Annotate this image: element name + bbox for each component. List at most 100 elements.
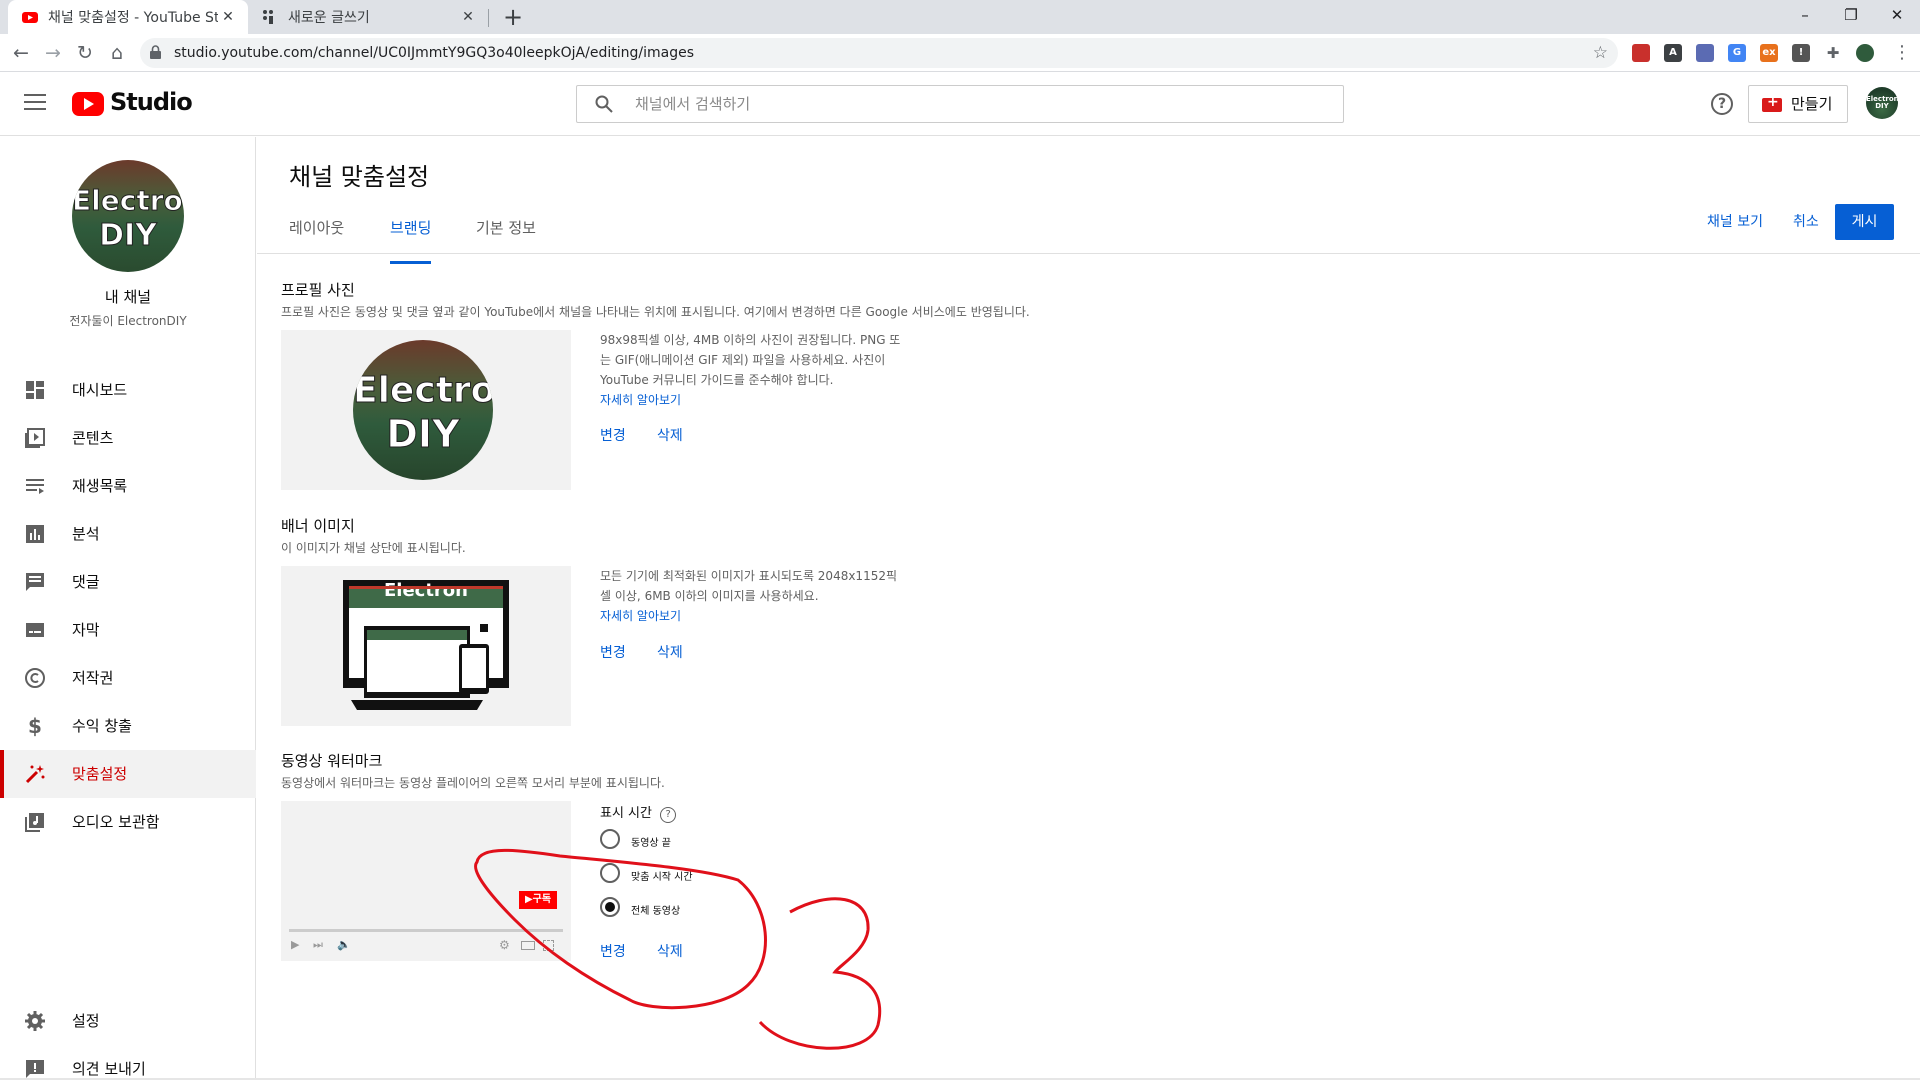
channel-name: 전자둘이 ElectronDIY bbox=[69, 314, 187, 328]
settings-icon bbox=[25, 1011, 45, 1031]
back-icon[interactable]: ← bbox=[6, 38, 36, 68]
tab-layout[interactable]: 레이아웃 bbox=[289, 217, 344, 257]
sidebar-item-subtitles[interactable]: 자막 bbox=[0, 606, 256, 654]
radio-custom-start-time[interactable] bbox=[600, 863, 620, 883]
banner-learn-more-link[interactable]: 자세히 알아보기 bbox=[600, 609, 681, 623]
svg-text:$: $ bbox=[28, 715, 42, 737]
cancel-button[interactable]: 취소 bbox=[1793, 211, 1819, 231]
banner-info-line: 모든 기기에 최적화된 이미지가 표시되도록 2048x1152픽 bbox=[600, 569, 898, 583]
browser-tab-studio[interactable]: 채널 맞춤설정 - YouTube Studio ✕ bbox=[8, 0, 248, 34]
sidebar-item-monetization[interactable]: $ 수익 창출 bbox=[0, 702, 256, 750]
tab-branding[interactable]: 브랜딩 bbox=[390, 217, 432, 264]
banner-info-line: 셀 이상, 6MB 이하의 이미지를 사용하세요. bbox=[600, 589, 819, 603]
bookmark-star-icon[interactable]: ☆ bbox=[1593, 38, 1608, 68]
profile-remove-button[interactable]: 삭제 bbox=[657, 425, 683, 445]
sidebar-item-label: 대시보드 bbox=[72, 381, 128, 399]
display-time-text: 표시 시간 bbox=[600, 806, 652, 821]
sidebar-item-analytics[interactable]: 분석 bbox=[0, 510, 256, 558]
browser-tab-bar: 채널 맞춤설정 - YouTube Studio ✕ 새로운 글쓰기 ✕ + –… bbox=[0, 0, 1920, 34]
content-icon bbox=[25, 428, 45, 448]
profile-picture-logo-text: Electron bbox=[353, 370, 493, 412]
hamburger-menu-icon[interactable] bbox=[24, 94, 46, 112]
extension-a-icon[interactable]: A bbox=[1664, 44, 1682, 62]
extensions-puzzle-icon[interactable]: ✚ bbox=[1824, 44, 1842, 62]
publish-button[interactable]: 게시 bbox=[1835, 204, 1894, 240]
main-content: 채널 맞춤설정 레이아웃 브랜딩 기본 정보 채널 보기 취소 게시 프로필 사… bbox=[257, 137, 1920, 1080]
translate-extension-icon[interactable]: G bbox=[1728, 44, 1746, 62]
create-video-icon bbox=[1762, 94, 1782, 112]
help-icon[interactable]: ? bbox=[1711, 93, 1733, 115]
new-tab-button[interactable]: + bbox=[498, 2, 528, 32]
player-next-icon: ⏭ bbox=[313, 938, 323, 951]
sidebar-item-label: 재생목록 bbox=[72, 477, 128, 495]
profile-info-line: YouTube 커뮤니티 가이드를 준수해야 합니다. bbox=[600, 373, 834, 387]
sidebar-item-playlists[interactable]: 재생목록 bbox=[0, 462, 256, 510]
radio-end-of-video[interactable] bbox=[600, 829, 620, 849]
profile-change-button[interactable]: 변경 bbox=[600, 425, 626, 445]
address-bar[interactable]: studio.youtube.com/channel/UC0IJmmtY9GQ3… bbox=[140, 38, 1618, 68]
studio-header: Studio 채널에서 검색하기 ? 만들기 ElectronDIY bbox=[0, 72, 1920, 136]
search-box[interactable]: 채널에서 검색하기 bbox=[576, 85, 1344, 123]
watermark-section-desc: 동영상에서 워터마크는 동영상 플레이어의 오른쪽 모서리 부분에 표시됩니다. bbox=[281, 776, 665, 790]
extension-chart-icon[interactable] bbox=[1696, 44, 1714, 62]
feedback-icon bbox=[26, 1060, 44, 1078]
close-tab-icon[interactable]: ✕ bbox=[218, 9, 238, 25]
watermark-change-button[interactable]: 변경 bbox=[600, 941, 626, 961]
browser-tab-write[interactable]: 새로운 글쓰기 ✕ bbox=[248, 0, 488, 34]
display-time-help-icon[interactable]: ? bbox=[660, 807, 677, 823]
sidebar-item-copyright[interactable]: 저작권 bbox=[0, 654, 256, 702]
close-tab-icon[interactable]: ✕ bbox=[458, 9, 478, 25]
profile-section-desc: 프로필 사진은 동영상 및 댓글 옆과 같이 YouTube에서 채널을 나타내… bbox=[281, 305, 1030, 319]
sidebar-item-dashboard[interactable]: 대시보드 bbox=[0, 366, 256, 414]
banner-remove-button[interactable]: 삭제 bbox=[657, 642, 683, 662]
minimize-button[interactable]: – bbox=[1782, 0, 1828, 34]
extension-orange-icon[interactable]: ex bbox=[1760, 44, 1778, 62]
create-button[interactable]: 만들기 bbox=[1748, 85, 1848, 123]
window-close-button[interactable]: ✕ bbox=[1874, 0, 1920, 34]
home-icon[interactable]: ⌂ bbox=[102, 38, 132, 68]
sidebar-item-label: 수익 창출 bbox=[72, 717, 132, 735]
reload-icon[interactable]: ↻ bbox=[70, 38, 100, 68]
banner-section-title: 배너 이미지 bbox=[281, 517, 355, 535]
banner-devices-illustration: Electron bbox=[343, 580, 509, 710]
comments-icon bbox=[26, 573, 44, 591]
account-avatar[interactable]: Electron DIY bbox=[1866, 87, 1898, 119]
tab-basic-info[interactable]: 기본 정보 bbox=[476, 217, 536, 257]
profile-section-title: 프로필 사진 bbox=[281, 281, 355, 299]
profile-avatar-icon[interactable] bbox=[1856, 44, 1874, 62]
browser-tab-title: 채널 맞춤설정 - YouTube Studio bbox=[48, 10, 218, 26]
banner-section-desc: 이 이미지가 채널 상단에 표시됩니다. bbox=[281, 541, 466, 555]
radio-label: 맞춤 시작 시간 bbox=[631, 872, 693, 883]
forward-icon[interactable]: → bbox=[38, 38, 68, 68]
sidebar-item-content[interactable]: 콘텐츠 bbox=[0, 414, 256, 462]
watermark-badge: ▶구독 bbox=[519, 891, 557, 909]
watermark-remove-button[interactable]: 삭제 bbox=[657, 941, 683, 961]
sidebar-item-audio-library[interactable]: 오디오 보관함 bbox=[0, 798, 256, 846]
radio-entire-video[interactable] bbox=[600, 897, 620, 917]
extension-red-icon[interactable] bbox=[1632, 44, 1650, 62]
display-time-label: 표시 시간 ? bbox=[600, 802, 677, 823]
browser-tab-title: 새로운 글쓰기 bbox=[288, 10, 370, 26]
sidebar-item-customization[interactable]: 맞춤설정 bbox=[0, 750, 256, 798]
studio-logo-text[interactable]: Studio bbox=[110, 88, 193, 116]
browser-menu-icon[interactable]: ⋮ bbox=[1893, 39, 1911, 67]
restore-button[interactable]: ❐ bbox=[1828, 0, 1874, 34]
monetization-icon: $ bbox=[28, 715, 42, 737]
sidebar-item-settings[interactable]: 설정 bbox=[0, 997, 256, 1045]
youtube-logo-icon[interactable] bbox=[72, 92, 104, 116]
channel-avatar[interactable]: Electron DIY bbox=[72, 160, 184, 272]
dashboard-icon bbox=[26, 381, 44, 399]
sidebar-item-comments[interactable]: 댓글 bbox=[0, 558, 256, 606]
create-button-label: 만들기 bbox=[1791, 95, 1833, 113]
sidebar-item-label: 콘텐츠 bbox=[72, 429, 114, 447]
blog-favicon-icon bbox=[263, 10, 273, 24]
banner-change-button[interactable]: 변경 bbox=[600, 642, 626, 662]
sidebar-item-feedback[interactable]: 의견 보내기 bbox=[0, 1045, 256, 1080]
profile-learn-more-link[interactable]: 자세히 알아보기 bbox=[600, 393, 681, 407]
profile-info-line: 98x98픽셀 이상, 4MB 이하의 사진이 권장됩니다. PNG 또 bbox=[600, 333, 901, 347]
extension-grey-icon[interactable]: ! bbox=[1792, 44, 1810, 62]
player-fullscreen-icon bbox=[543, 940, 554, 951]
radio-label: 전체 동영상 bbox=[631, 906, 681, 917]
banner-info: 모든 기기에 최적화된 이미지가 표시되도록 2048x1152픽 셀 이상, … bbox=[600, 566, 940, 626]
view-channel-button[interactable]: 채널 보기 bbox=[1707, 211, 1763, 231]
